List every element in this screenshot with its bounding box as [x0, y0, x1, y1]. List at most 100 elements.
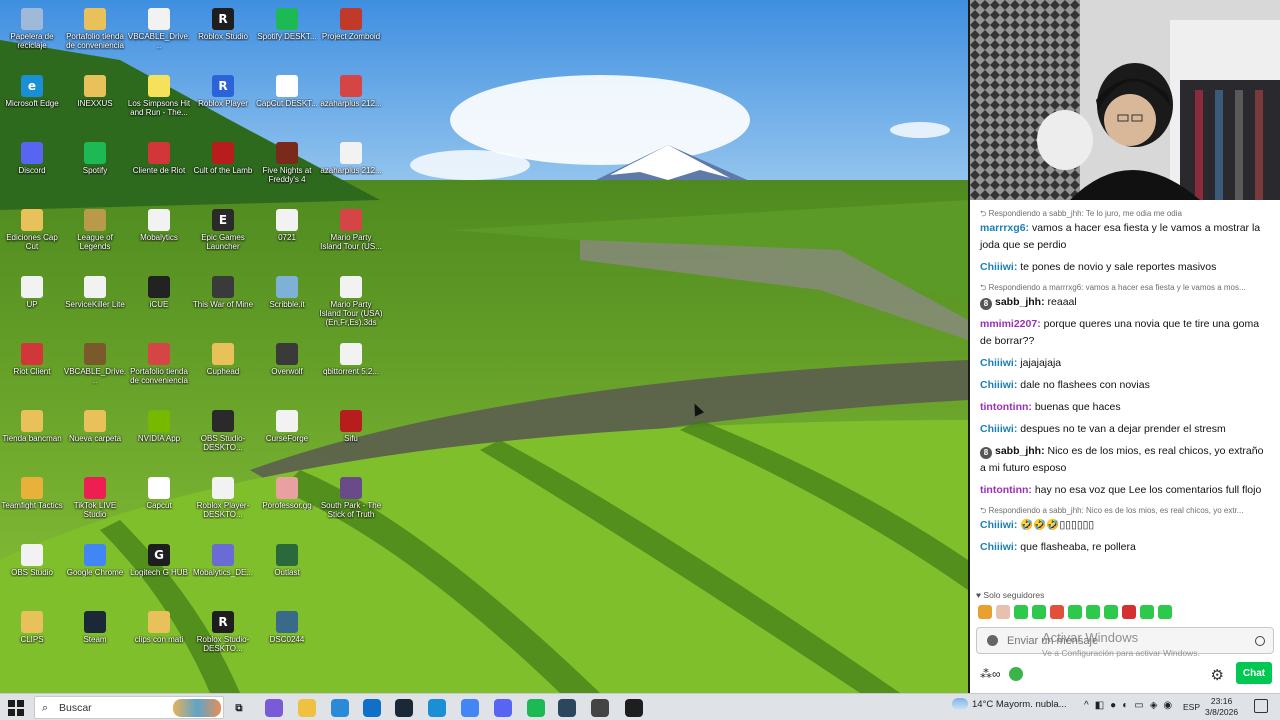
emote-icon[interactable] [996, 605, 1010, 619]
notifications-icon[interactable] [1254, 699, 1268, 713]
desktop-icon[interactable]: G Logitech G HUB [127, 538, 191, 602]
desktop-icon[interactable]: NVIDIA App [127, 404, 191, 468]
desktop-icon[interactable]: Porofessor.gg [255, 471, 319, 535]
language-indicator[interactable]: ESP [1183, 702, 1200, 712]
desktop-icon[interactable]: Overwolf [255, 337, 319, 401]
emote-icon[interactable] [1014, 605, 1028, 619]
desktop-icon[interactable]: OBS Studio [0, 538, 64, 602]
user-icon[interactable] [987, 635, 998, 646]
tray-icon[interactable]: ◐ [1122, 700, 1128, 711]
desktop-icon[interactable]: Scribble.it [255, 270, 319, 334]
desktop-icon[interactable]: UP [0, 270, 64, 334]
kick-logo-icon[interactable] [1008, 667, 1023, 681]
chat-message-input[interactable] [1007, 632, 1237, 650]
chat-username[interactable]: sabb_jhh [995, 445, 1041, 457]
desktop-icon[interactable]: Capcut [127, 471, 191, 535]
taskbar-outlook-icon[interactable] [363, 699, 381, 717]
chat-username[interactable]: Chiiiwi [980, 379, 1014, 391]
desktop-icon[interactable]: Cliente de Riot [127, 136, 191, 200]
desktop-icon[interactable]: Portafolio tienda de conveniencia [63, 2, 127, 66]
desktop-icon[interactable]: Google Chrome [63, 538, 127, 602]
desktop-icon[interactable]: Five Nights at Freddy's 4 [255, 136, 319, 200]
chat-username[interactable]: tintontinn [980, 484, 1028, 496]
desktop-icon[interactable]: VBCABLE_Drive... [127, 2, 191, 66]
emote-icon[interactable] [1140, 605, 1154, 619]
emote-icon[interactable] [1050, 605, 1064, 619]
desktop-icon[interactable]: Papelera de reciclaje [0, 2, 64, 66]
emote-icon[interactable] [1068, 605, 1082, 619]
tray-icon[interactable]: ▭ [1134, 700, 1143, 711]
chat-username[interactable]: Chiiiwi [980, 357, 1014, 369]
taskbar-chrome-icon[interactable] [461, 699, 479, 717]
desktop-icon[interactable]: Project Zomboid [319, 2, 383, 66]
tray-icon[interactable]: ● [1110, 700, 1116, 711]
taskbar-discord-icon[interactable] [494, 699, 512, 717]
desktop-icon[interactable]: DSC0244 [255, 605, 319, 669]
taskbar-file-explorer-icon[interactable] [298, 699, 316, 717]
desktop-icon[interactable]: Cult of the Lamb [191, 136, 255, 200]
tray-icon[interactable]: ◧ [1095, 700, 1104, 711]
chat-username[interactable]: Chiiiwi [980, 423, 1014, 435]
desktop-icon[interactable]: ServiceKiller Lite [63, 270, 127, 334]
tray-icon[interactable]: ◉ [1163, 700, 1172, 711]
emote-icon[interactable] [978, 605, 992, 619]
taskbar-spotify-icon[interactable] [527, 699, 545, 717]
emote-icon[interactable] [1158, 605, 1172, 619]
desktop-icon[interactable]: Mobalytics_DE... [191, 538, 255, 602]
chat-username[interactable]: Chiiiwi [980, 261, 1014, 273]
desktop-icon[interactable]: Roblox Player-DESKTO... [191, 471, 255, 535]
send-chat-button[interactable]: Chat [1236, 662, 1272, 684]
desktop-icon[interactable]: Outlast [255, 538, 319, 602]
desktop-icon[interactable]: This War of Mine [191, 270, 255, 334]
desktop-icon[interactable]: OBS Studio-DESKTO... [191, 404, 255, 468]
desktop-icon[interactable]: Ediciones Cap Cut [0, 203, 64, 267]
clock[interactable]: 23:16 3/8/2026 [1205, 696, 1238, 718]
taskbar-tool-icon[interactable] [591, 699, 609, 717]
taskbar-store-icon[interactable] [331, 699, 349, 717]
taskbar-steam-app-icon[interactable] [558, 699, 576, 717]
desktop-icon[interactable]: Mobalytics [127, 203, 191, 267]
desktop-icon[interactable]: INEXXUS [63, 69, 127, 133]
desktop-icon[interactable]: qbittorrent 5.2... [319, 337, 383, 401]
taskbar-edge-icon[interactable] [428, 699, 446, 717]
taskbar-task-view-icon[interactable]: ⧉ [230, 699, 248, 717]
desktop-icon[interactable]: Sifu [319, 404, 383, 468]
chat-input-box[interactable] [976, 627, 1274, 654]
desktop-icon[interactable]: 0721 [255, 203, 319, 267]
desktop-icon[interactable]: Steam [63, 605, 127, 669]
gear-icon[interactable]: ⚙ [1211, 666, 1224, 684]
tray-icon[interactable]: ◈ [1150, 700, 1158, 711]
tray-icon[interactable]: ^ [1084, 700, 1089, 711]
emote-icon[interactable] [1032, 605, 1046, 619]
chat-username[interactable]: mmimi2207 [980, 318, 1037, 330]
desktop-icon[interactable]: TikTok LIVE Studio [63, 471, 127, 535]
desktop-icon[interactable]: Portafolio tienda de conveniencia [127, 337, 191, 401]
desktop-icon[interactable]: Los Simpsons Hit and Run - The... [127, 69, 191, 133]
desktop-icon[interactable]: R Roblox Studio [191, 2, 255, 66]
desktop-icon[interactable]: e Microsoft Edge [0, 69, 64, 133]
desktop-icon[interactable]: Cuphead [191, 337, 255, 401]
taskbar-copilot-icon[interactable] [265, 699, 283, 717]
desktop-icon[interactable]: clips con mati [127, 605, 191, 669]
desktop-icon[interactable]: Discord [0, 136, 64, 200]
desktop-icon[interactable]: azaharplus 212... [319, 136, 383, 200]
points-icon[interactable]: ⁂∞ [980, 667, 1001, 681]
desktop-icon[interactable]: VBCABLE_Drive... [63, 337, 127, 401]
desktop-icon[interactable]: CLIPS [0, 605, 64, 669]
desktop-icon[interactable]: CurseForge [255, 404, 319, 468]
chat-username[interactable]: sabb_jhh [995, 296, 1041, 308]
chat-username[interactable]: Chiiiwi [980, 519, 1014, 531]
desktop-icon[interactable]: R Roblox Player [191, 69, 255, 133]
desktop-icon[interactable]: Mario Party Island Tour (USA) (En,Fr,Es)… [319, 270, 383, 334]
emote-icon[interactable] [1122, 605, 1136, 619]
emote-icon[interactable] [1104, 605, 1118, 619]
desktop-icon[interactable]: azaharplus 212... [319, 69, 383, 133]
desktop-icon[interactable]: Mario Party Island Tour (US... [319, 203, 383, 267]
chat-username[interactable]: tintontinn [980, 401, 1028, 413]
desktop-icon[interactable]: iCUE [127, 270, 191, 334]
windows-start-icon[interactable] [8, 700, 24, 716]
chat-username[interactable]: marrrxg6 [980, 222, 1026, 234]
emote-icon[interactable] [1086, 605, 1100, 619]
desktop-icon[interactable]: South Park - The Stick of Truth [319, 471, 383, 535]
desktop-icon[interactable]: Riot Client [0, 337, 64, 401]
